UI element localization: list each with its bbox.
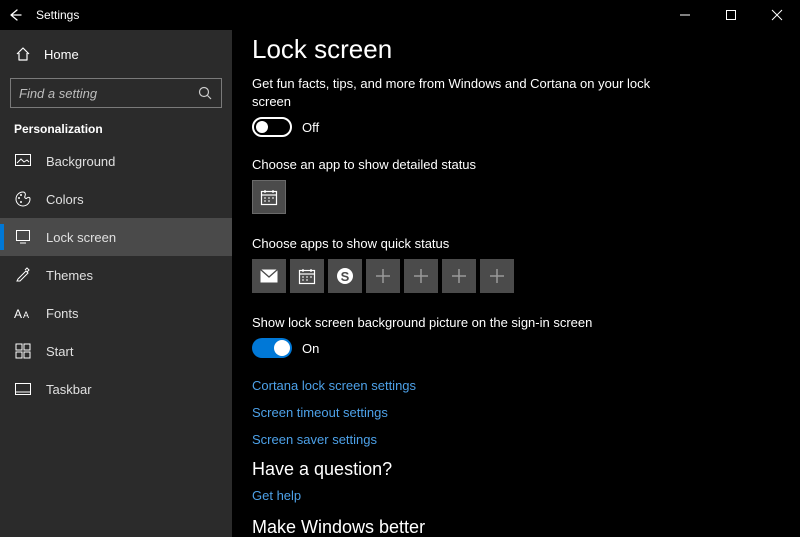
link-screen-saver[interactable]: Screen saver settings — [252, 432, 770, 447]
minimize-button[interactable] — [662, 0, 708, 30]
close-icon — [772, 10, 782, 20]
home-icon — [14, 46, 32, 62]
sidebar-item-label: Lock screen — [46, 230, 116, 245]
maximize-button[interactable] — [708, 0, 754, 30]
calendar-icon — [298, 267, 316, 285]
minimize-icon — [680, 10, 690, 20]
svg-text:S: S — [341, 269, 350, 284]
link-screen-timeout[interactable]: Screen timeout settings — [252, 405, 770, 420]
detailed-status-label: Choose an app to show detailed status — [252, 157, 770, 172]
page-title: Lock screen — [252, 34, 770, 65]
sidebar-item-label: Colors — [46, 192, 84, 207]
mail-icon — [260, 269, 278, 283]
quick-status-row: S — [252, 259, 770, 293]
start-icon — [14, 344, 32, 358]
quick-status-add-slot[interactable] — [366, 259, 400, 293]
quick-status-add-slot[interactable] — [480, 259, 514, 293]
quick-status-app-slot[interactable] — [252, 259, 286, 293]
plus-icon — [452, 269, 466, 283]
signin-bg-toggle[interactable] — [252, 338, 292, 358]
quick-status-label: Choose apps to show quick status — [252, 236, 770, 251]
maximize-icon — [726, 10, 736, 20]
sidebar-item-label: Themes — [46, 268, 93, 283]
taskbar-icon — [14, 383, 32, 395]
svg-text:A: A — [14, 307, 22, 321]
make-windows-better-heading: Make Windows better — [252, 517, 770, 537]
titlebar: Settings — [0, 0, 800, 30]
fun-facts-state: Off — [302, 120, 319, 135]
sidebar-item-colors[interactable]: Colors — [0, 180, 232, 218]
back-button[interactable] — [0, 0, 30, 30]
colors-icon — [14, 191, 32, 207]
sidebar-item-label: Fonts — [46, 306, 79, 321]
sidebar-item-home[interactable]: Home — [0, 36, 232, 72]
search-box[interactable] — [10, 78, 222, 108]
quick-status-add-slot[interactable] — [404, 259, 438, 293]
sidebar-item-start[interactable]: Start — [0, 332, 232, 370]
skype-icon: S — [335, 266, 355, 286]
quick-status-add-slot[interactable] — [442, 259, 476, 293]
calendar-icon — [260, 188, 278, 206]
sidebar-item-background[interactable]: Background — [0, 142, 232, 180]
sidebar-nav: Background Colors Lock screen — [0, 142, 232, 408]
plus-icon — [414, 269, 428, 283]
background-icon — [14, 154, 32, 168]
plus-icon — [490, 269, 504, 283]
close-button[interactable] — [754, 0, 800, 30]
lock-screen-icon — [14, 230, 32, 244]
home-label: Home — [44, 47, 79, 62]
sidebar-section-label: Personalization — [0, 116, 232, 142]
fun-facts-toggle[interactable] — [252, 117, 292, 137]
sidebar-item-lock-screen[interactable]: Lock screen — [0, 218, 232, 256]
sidebar-item-label: Background — [46, 154, 115, 169]
window-title: Settings — [36, 8, 79, 22]
sidebar: Home Personalization Background — [0, 30, 232, 537]
fun-facts-label: Get fun facts, tips, and more from Windo… — [252, 75, 692, 111]
sidebar-item-themes[interactable]: Themes — [0, 256, 232, 294]
svg-text:A: A — [23, 310, 29, 320]
content-area: Lock screen Get fun facts, tips, and mor… — [232, 30, 800, 537]
sidebar-item-label: Start — [46, 344, 73, 359]
fonts-icon: AA — [14, 306, 32, 320]
plus-icon — [376, 269, 390, 283]
back-arrow-icon — [8, 8, 22, 22]
detailed-status-app-slot[interactable] — [252, 180, 286, 214]
themes-icon — [14, 267, 32, 283]
link-get-help[interactable]: Get help — [252, 488, 770, 503]
search-input[interactable] — [19, 86, 197, 101]
sidebar-item-fonts[interactable]: AA Fonts — [0, 294, 232, 332]
sidebar-item-taskbar[interactable]: Taskbar — [0, 370, 232, 408]
sidebar-item-label: Taskbar — [46, 382, 92, 397]
quick-status-app-slot[interactable] — [290, 259, 324, 293]
search-icon — [197, 86, 213, 100]
signin-bg-state: On — [302, 341, 319, 356]
signin-bg-label: Show lock screen background picture on t… — [252, 315, 770, 330]
quick-status-app-slot[interactable]: S — [328, 259, 362, 293]
link-cortana-lock-screen[interactable]: Cortana lock screen settings — [252, 378, 770, 393]
have-a-question-heading: Have a question? — [252, 459, 770, 480]
